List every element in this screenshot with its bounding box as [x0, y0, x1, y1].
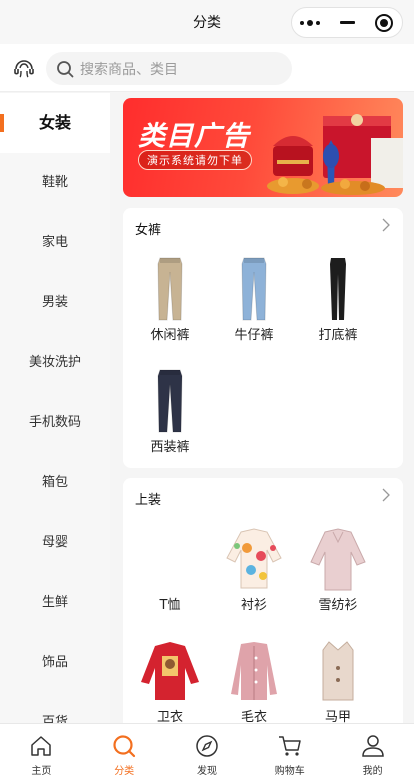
compass-icon	[196, 735, 218, 757]
product-category-item[interactable]: T恤	[129, 526, 211, 613]
product-category-item[interactable]: 毛衣	[213, 638, 295, 723]
product-category-item[interactable]: 卫衣	[129, 638, 211, 723]
minimize-button[interactable]	[329, 8, 366, 37]
tab-label: 主页	[31, 766, 52, 777]
tab-search-category[interactable]: 分类	[83, 724, 166, 780]
tab-cart[interactable]: 购物车	[248, 724, 331, 780]
product-category-item[interactable]: 西装裤	[129, 368, 211, 455]
close-button[interactable]	[365, 8, 402, 37]
item-label: 休闲裤	[150, 328, 190, 343]
more-button[interactable]	[292, 8, 329, 37]
tab-label: 分类	[114, 766, 135, 777]
tab-compass[interactable]: 发现	[166, 724, 249, 780]
tab-label: 发现	[196, 766, 217, 777]
navigation-bar: 分类	[0, 0, 414, 44]
sidebar-item[interactable]: 家电	[0, 213, 110, 273]
product-category-item[interactable]: 马甲	[297, 638, 379, 723]
more-dots-icon	[300, 19, 321, 26]
leggings-icon	[303, 256, 373, 322]
item-label: 打底裤	[318, 328, 358, 343]
tab-label: 我的	[362, 766, 383, 777]
tab-user[interactable]: 我的	[331, 724, 414, 780]
sidebar-item[interactable]: 手机数码	[0, 393, 110, 453]
category-section: 女裤休闲裤 牛仔裤 打底裤西装裤	[123, 208, 403, 468]
customer-service-icon[interactable]	[12, 56, 36, 80]
sidebar-item[interactable]: 男装	[0, 273, 110, 333]
chevron-right-icon[interactable]	[381, 488, 391, 502]
chiffon-blouse-icon	[303, 526, 373, 592]
search-input[interactable]: 搜索商品、类目	[46, 52, 292, 85]
item-label: 卫衣	[156, 710, 183, 723]
category-section: 上装 T恤 衬衫 雪纺衫卫衣 毛衣 马甲	[123, 478, 403, 723]
red-sweatshirt-icon	[135, 638, 205, 704]
section-title: 上装	[135, 493, 162, 508]
category-ad-banner[interactable]: 类目广告 演示系统请勿下单	[123, 98, 403, 197]
product-category-item[interactable]: 牛仔裤	[213, 256, 295, 343]
item-label: 马甲	[324, 710, 351, 723]
home-icon	[31, 736, 52, 756]
item-label: 牛仔裤	[234, 328, 274, 343]
target-close-icon	[374, 13, 393, 32]
sidebar-item[interactable]: 百货	[0, 693, 110, 723]
minimize-icon	[339, 21, 355, 24]
category-sidebar: 女装 鞋靴 家电 男装 美妆洗护 手机数码 箱包 母婴 生鲜 饰品 百货	[0, 93, 110, 723]
search-placeholder: 搜索商品、类目	[80, 61, 178, 78]
gift-box-illustration	[267, 114, 403, 195]
product-category-item[interactable]: 打底裤	[297, 256, 379, 343]
tab-home[interactable]: 主页	[0, 724, 83, 780]
item-label: 雪纺衫	[318, 598, 358, 613]
suit-pants-icon	[135, 368, 205, 434]
sidebar-item[interactable]: 美妆洗护	[0, 333, 110, 393]
sidebar-item[interactable]: 饰品	[0, 633, 110, 693]
tab-label: 购物车	[274, 766, 305, 777]
empty-thumbnail	[135, 526, 205, 592]
sidebar-item[interactable]: 箱包	[0, 453, 110, 513]
item-label: 毛衣	[240, 710, 267, 723]
khaki-pants-icon	[135, 256, 205, 322]
category-content: 类目广告 演示系统请勿下单 女裤休闲裤 牛仔裤 打底裤西装裤上装 T恤 衬衫 雪纺衫卫衣 毛…	[110, 93, 414, 723]
sidebar-item[interactable]: 生鲜	[0, 573, 110, 633]
item-label: T恤	[159, 598, 181, 613]
banner-title: 类目广告	[138, 121, 250, 152]
search-category-icon	[113, 735, 136, 758]
item-label: 衬衫	[240, 598, 267, 613]
product-category-item[interactable]: 休闲裤	[129, 256, 211, 343]
cart-icon	[278, 736, 301, 756]
mini-program-capsule	[291, 7, 403, 38]
floral-shirt-icon	[219, 526, 289, 592]
sidebar-item[interactable]: 女装	[0, 93, 110, 153]
product-category-item[interactable]: 雪纺衫	[297, 526, 379, 613]
search-bar: 搜索商品、类目	[0, 44, 414, 92]
product-category-item[interactable]: 衬衫	[213, 526, 295, 613]
jeans-icon	[219, 256, 289, 322]
sidebar-item[interactable]: 母婴	[0, 513, 110, 573]
search-icon	[57, 60, 74, 77]
sidebar-item[interactable]: 鞋靴	[0, 153, 110, 213]
item-label: 西装裤	[150, 440, 190, 455]
vest-icon	[303, 638, 373, 704]
pink-cardigan-icon	[219, 638, 289, 704]
chevron-right-icon[interactable]	[381, 218, 391, 232]
bottom-tab-bar: 主页 分类 发现 购物车 我的	[0, 723, 414, 780]
user-icon	[361, 735, 384, 757]
section-title: 女裤	[135, 223, 162, 238]
banner-subtitle: 演示系统请勿下单	[138, 150, 252, 170]
